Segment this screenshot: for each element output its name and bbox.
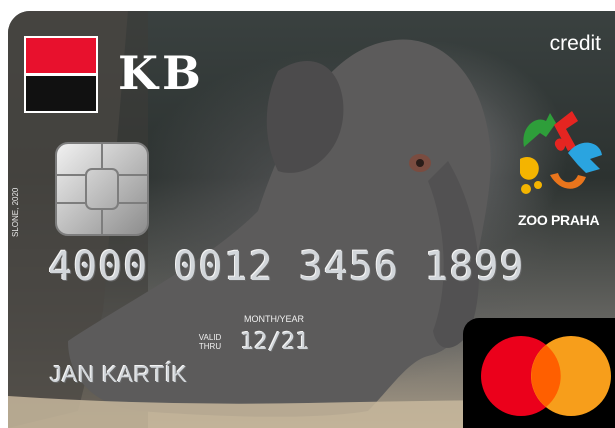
valid-thru-text: VALID THRU <box>198 333 222 351</box>
credit-card: KB credit ZOO PRAHA SLONE, 2020 4000 001… <box>8 11 615 428</box>
artist-credit: SLONE, 2020 <box>11 187 20 237</box>
mastercard-circles <box>481 336 611 416</box>
zoo-praha-logo-icon <box>520 111 602 194</box>
artist-credit-text: SLONE, 2020 <box>11 187 20 237</box>
kb-logo-icon <box>24 36 98 113</box>
month-year-label: MONTH/YEAR <box>244 314 305 324</box>
expiry-date: 12/21 <box>240 329 310 355</box>
cardholder-name: JAN KARTÍK <box>50 361 188 387</box>
mastercard-logo-icon <box>463 318 615 428</box>
partner-name: ZOO PRAHA <box>518 212 600 228</box>
card-number: 4000 0012 3456 1899 <box>48 244 525 290</box>
valid-thru-label: VALID THRU <box>195 333 225 351</box>
bank-name: KB <box>118 46 205 100</box>
card-type-label: credit <box>549 32 601 55</box>
emv-chip-icon <box>55 142 149 236</box>
